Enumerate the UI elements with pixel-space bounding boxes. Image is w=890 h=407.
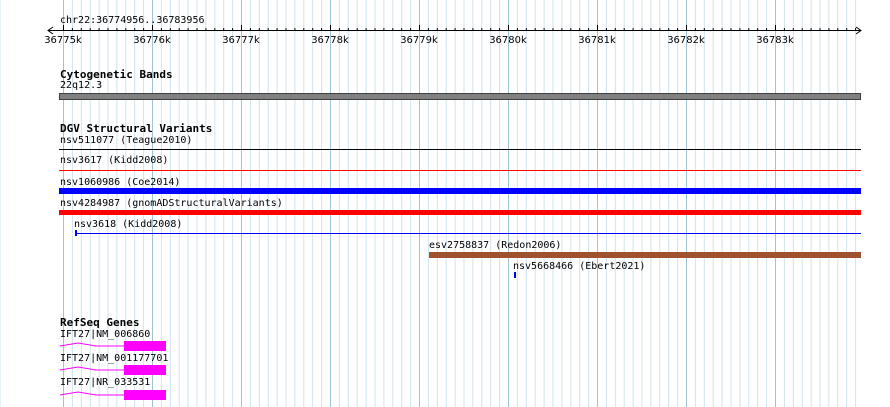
- gene-models[interactable]: [0, 0, 890, 407]
- gene-label[interactable]: IFT27|NM_001177701: [60, 353, 168, 365]
- gene-label[interactable]: IFT27|NR_033531: [60, 377, 150, 389]
- genome-browser-view: chr22:36774956..36783956 36775k 36776k 3…: [0, 0, 890, 407]
